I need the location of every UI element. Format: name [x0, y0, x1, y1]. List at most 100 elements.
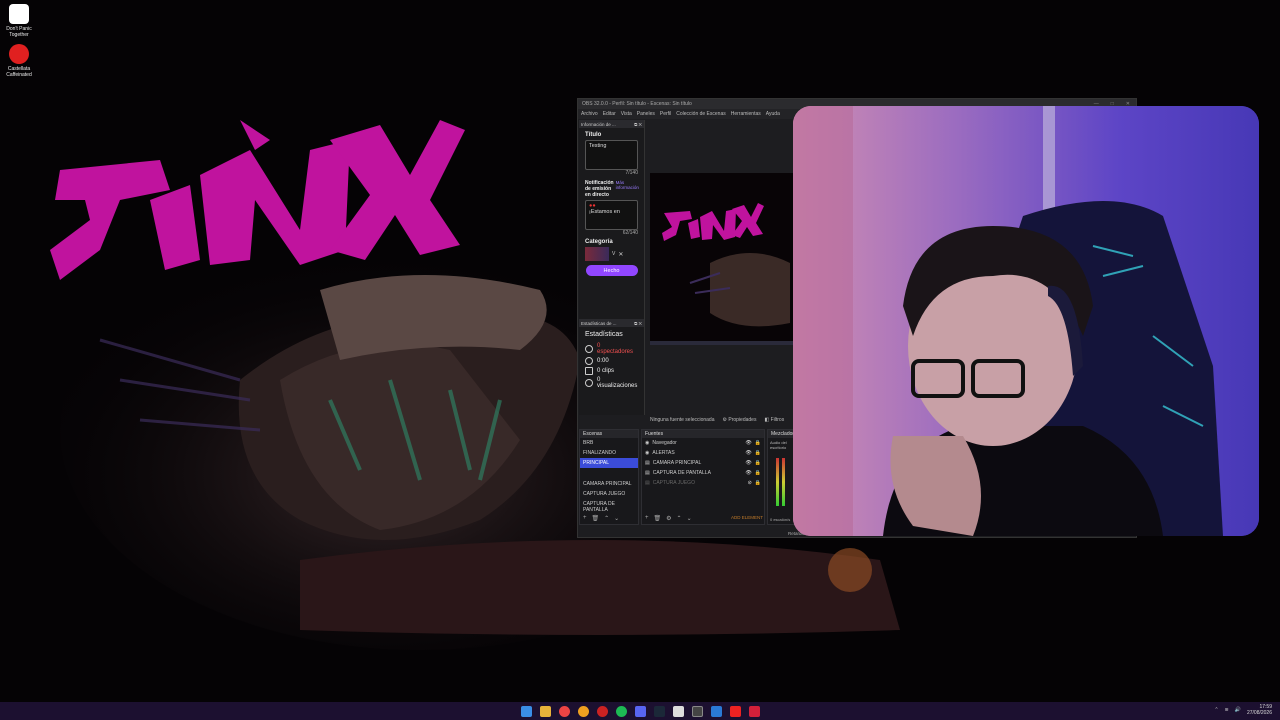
- scenes-toolbar: + 🗑 ⌃ ⌄: [583, 515, 619, 522]
- volume-icon[interactable]: 🔊: [1235, 707, 1241, 713]
- chevron-up-icon[interactable]: ⌃: [1214, 707, 1218, 713]
- scene-separator: [580, 468, 638, 479]
- castellata-caffeinated-icon: [9, 44, 29, 64]
- browser-source-icon: ◉: [645, 440, 650, 446]
- webcam-image: [793, 106, 1259, 536]
- lock-icon[interactable]: 🔒: [755, 480, 761, 486]
- vscode-icon[interactable]: [710, 705, 722, 717]
- add-scene-icon[interactable]: +: [583, 515, 587, 522]
- youtube-icon[interactable]: [729, 705, 741, 717]
- title-input[interactable]: Testing: [585, 140, 638, 170]
- dock-close-icon[interactable]: ⧉ ✕: [634, 321, 644, 326]
- remove-scene-icon[interactable]: 🗑: [592, 515, 600, 522]
- add-source-icon[interactable]: +: [645, 515, 649, 522]
- clock-date: 27/08/2026: [1246, 710, 1272, 716]
- gear-icon: ⚙: [722, 416, 727, 423]
- category-thumbnail: [585, 247, 609, 261]
- scene-item[interactable]: FINALIZANDO: [580, 448, 638, 458]
- done-button[interactable]: Hecho: [585, 265, 638, 276]
- menu-herramientas[interactable]: Herramientas: [731, 111, 761, 117]
- scene-down-icon[interactable]: ⌄: [614, 515, 619, 522]
- obs-preview[interactable]: [650, 173, 794, 345]
- source-item[interactable]: ▤ CAMARA PRINCIPAL 👁 🔒: [642, 458, 764, 468]
- browser-icon[interactable]: [577, 705, 589, 717]
- menu-ayuda[interactable]: Ayuda: [766, 111, 780, 117]
- mixer-channel: Audio del escritorio: [770, 440, 787, 450]
- dock-title: Estadísticas de ...: [581, 320, 617, 326]
- category-value: V: [612, 251, 616, 257]
- wifi-icon[interactable]: ≋: [1225, 707, 1229, 713]
- source-down-icon[interactable]: ⌄: [687, 515, 692, 522]
- viewers-row: 0 espectadores: [579, 342, 644, 356]
- remove-category-icon[interactable]: ✕: [618, 251, 623, 258]
- menu-archivo[interactable]: Archivo: [581, 111, 598, 117]
- sources-header: Fuentes: [642, 430, 764, 438]
- notification-input[interactable]: ●● ¡Estamos en: [585, 200, 638, 230]
- steam-icon[interactable]: [653, 705, 665, 717]
- scene-item[interactable]: CAPTURA JUEGO: [580, 489, 638, 499]
- scene-up-icon[interactable]: ⌃: [604, 515, 609, 522]
- scene-item[interactable]: CAMARA PRINCIPAL: [580, 479, 638, 489]
- spotify-icon[interactable]: [615, 705, 627, 717]
- stats-title: Estadísticas: [585, 331, 623, 338]
- eye-off-icon[interactable]: ⊘: [748, 480, 752, 486]
- sources-toolbar: + 🗑 ⚙ ⌃ ⌄ ADD ELEMENT: [645, 515, 763, 522]
- menu-perfil[interactable]: Perfil: [660, 111, 671, 117]
- category-label: Categoría: [585, 239, 613, 245]
- filters-button[interactable]: ◧ Filtros: [764, 417, 784, 423]
- eye-icon[interactable]: 👁: [745, 470, 751, 476]
- audio-mixer-panel: Mezclador Audio del escritorio 0 escalón…: [767, 429, 795, 525]
- menu-editar[interactable]: Editar: [603, 111, 616, 117]
- lock-icon[interactable]: 🔒: [755, 470, 761, 476]
- epic-games-icon[interactable]: [672, 705, 684, 717]
- desktop-icon-castellata[interactable]: Castellata Caffeinated: [2, 44, 36, 78]
- scene-item[interactable]: BRB: [580, 438, 638, 448]
- clip-icon: [585, 367, 593, 375]
- dont-panic-together-icon: [9, 4, 29, 24]
- dock-header: Estadísticas de ... ⧉ ✕: [579, 319, 644, 327]
- remove-source-icon[interactable]: 🗑: [654, 515, 662, 522]
- clips-count: 0 clips: [597, 368, 615, 374]
- lock-icon[interactable]: 🔒: [755, 450, 761, 456]
- file-explorer-icon[interactable]: [539, 705, 551, 717]
- add-element-button[interactable]: ADD ELEMENT: [731, 515, 763, 522]
- system-tray: ⌃ ≋ 🔊 17:59 27/08/2026: [1214, 704, 1272, 716]
- lock-icon[interactable]: 🔒: [755, 440, 761, 446]
- category-field[interactable]: V ✕: [585, 247, 638, 261]
- source-item-hidden[interactable]: ▤ CAPTURA JUEGO ⊘ 🔒: [642, 478, 764, 488]
- menu-paneles[interactable]: Paneles: [637, 111, 655, 117]
- eye-icon[interactable]: 👁: [745, 450, 751, 456]
- eye-icon[interactable]: 👁: [745, 440, 751, 446]
- source-item[interactable]: ▤ CAPTURA DE PANTALLA 👁 🔒: [642, 468, 764, 478]
- opera-gx-icon[interactable]: [596, 705, 608, 717]
- scenes-header: Escenas: [580, 430, 638, 438]
- properties-button[interactable]: ⚙ Propiedades: [723, 417, 757, 423]
- source-item[interactable]: ◉ ALERTAS 👁 🔒: [642, 448, 764, 458]
- title-counter: 7/140: [625, 170, 638, 176]
- eye-icon[interactable]: 👁: [745, 460, 751, 466]
- dock-title: Información de ...: [581, 121, 616, 127]
- source-settings-icon[interactable]: ⚙: [666, 515, 671, 522]
- clock[interactable]: 17:59 27/08/2026: [1247, 704, 1272, 716]
- volume-meter: [776, 458, 779, 506]
- dock-close-icon[interactable]: ⧉ ✕: [634, 122, 644, 127]
- desktop-icon-dont-panic[interactable]: Don't Panic Together: [2, 4, 36, 38]
- source-item[interactable]: ◉ Navegador 👁 🔒: [642, 438, 764, 448]
- menu-vista[interactable]: Vista: [621, 111, 632, 117]
- obs-icon[interactable]: [691, 705, 703, 717]
- clock-icon: [585, 357, 593, 365]
- volume-meter: [782, 458, 785, 506]
- notification-text: ¡Estamos en: [589, 209, 620, 215]
- app-red-icon[interactable]: [748, 705, 760, 717]
- views-count: 0 visualizaciones: [597, 377, 638, 389]
- sources-panel: Fuentes ◉ Navegador 👁 🔒 ◉ ALERTAS 👁 🔒 ▤ CAMARA …: [641, 429, 765, 525]
- more-info-link[interactable]: Más información: [616, 180, 639, 198]
- lock-icon[interactable]: 🔒: [755, 460, 761, 466]
- windows-start-icon[interactable]: [520, 705, 532, 717]
- source-up-icon[interactable]: ⌃: [677, 515, 682, 522]
- scene-item-active[interactable]: PRINCIPAL: [580, 458, 638, 468]
- menu-coleccion[interactable]: Colección de Escenas: [676, 111, 725, 117]
- discord-icon[interactable]: [634, 705, 646, 717]
- chrome-icon[interactable]: [558, 705, 570, 717]
- scene-item[interactable]: CAPTURA DE PANTALLA: [580, 499, 638, 515]
